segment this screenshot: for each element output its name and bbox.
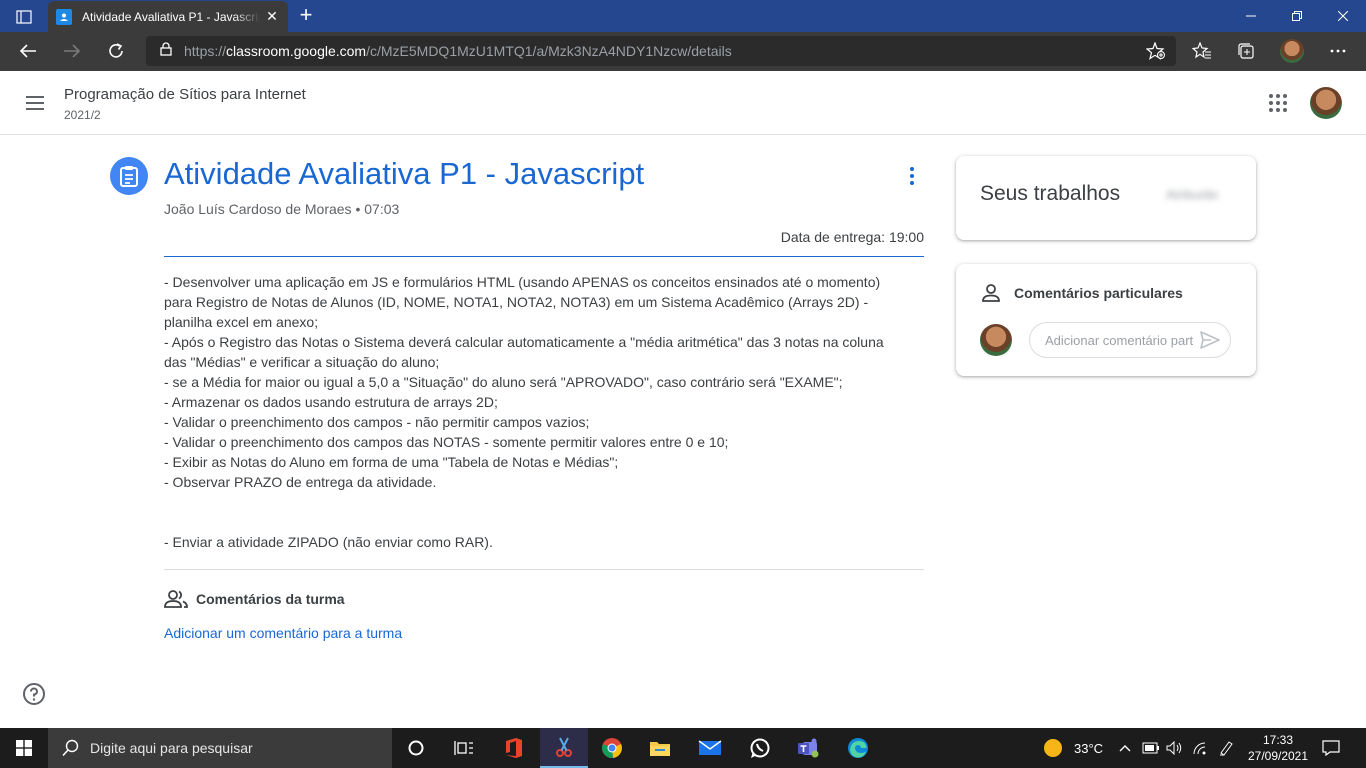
edge-icon[interactable]	[834, 728, 882, 768]
back-icon[interactable]	[12, 36, 44, 66]
snipping-tool-icon[interactable]	[540, 728, 588, 768]
private-comments-card: Comentários particulares Adicionar comen…	[956, 264, 1256, 376]
pen-workspace-icon[interactable]	[1218, 728, 1234, 768]
description-line: planilha excel em anexo;	[164, 314, 319, 330]
class-comments-label: Comentários da turma	[196, 591, 345, 607]
person-icon	[982, 284, 1000, 302]
description-line: - Validar o preenchimento dos campos - n…	[164, 414, 590, 430]
taskbar-search-placeholder: Digite aqui para pesquisar	[90, 740, 253, 756]
private-comments-header: Comentários particulares	[980, 282, 1183, 304]
new-tab-icon[interactable]: +	[294, 4, 318, 28]
title-divider	[164, 256, 924, 257]
work-status: Atribuído	[1166, 187, 1219, 202]
show-hidden-icons[interactable]	[1118, 728, 1132, 768]
description-line: - Validar o preenchimento dos campos das…	[164, 434, 729, 450]
description-line: - Desenvolver uma aplicação em JS e form…	[164, 274, 881, 290]
task-view-icon[interactable]	[440, 728, 488, 768]
description-line: - Armazenar os dados usando estrutura de…	[164, 394, 498, 410]
help-icon[interactable]	[22, 682, 46, 706]
description-line: - se a Média for maior ou igual a 5,0 a …	[164, 374, 843, 390]
restore-icon[interactable]	[1274, 0, 1320, 32]
description-line: - Observar PRAZO de entrega da atividade…	[164, 474, 437, 490]
description-line: - Exibir as Notas do Aluno em forma de u…	[164, 454, 619, 470]
private-comment-input[interactable]: Adicionar comentário particular...	[1029, 322, 1231, 358]
weather-temp: 33°C	[1074, 740, 1104, 756]
clock-time: 17:33	[1262, 733, 1294, 747]
browser-tab-bar: Atividade Avaliativa P1 - Javascript ✕ +	[0, 0, 1366, 32]
classroom-header: Programação de Sítios para Internet 2021…	[0, 71, 1366, 135]
people-icon	[164, 590, 188, 608]
favorites-icon[interactable]	[1186, 36, 1218, 66]
browser-tab-active[interactable]: Atividade Avaliativa P1 - Javascript ✕	[48, 1, 288, 32]
cortana-icon[interactable]	[392, 728, 440, 768]
browser-toolbar: https://classroom.google.com/c/MzE5MDQ1M…	[0, 32, 1366, 71]
commenter-avatar	[980, 324, 1012, 356]
comments-divider	[164, 569, 924, 570]
private-comment-placeholder: Adicionar comentário particular...	[1045, 332, 1193, 348]
description-line: das "Médias" e verificar a situação do a…	[164, 354, 440, 370]
notifications-icon[interactable]	[1322, 728, 1340, 768]
address-bar[interactable]: https://classroom.google.com/c/MzE5MDQ1M…	[146, 36, 1176, 66]
clock-date: 27/09/2021	[1247, 749, 1309, 763]
class-comments-header: Comentários da turma	[164, 588, 345, 610]
refresh-icon[interactable]	[100, 36, 132, 66]
tab-title: Atividade Avaliativa P1 - Javascript	[82, 9, 260, 24]
battery-icon[interactable]	[1142, 728, 1160, 768]
office-icon[interactable]	[490, 728, 538, 768]
main-menu-icon[interactable]	[22, 91, 50, 115]
assignment-meta: João Luís Cardoso de Moraes • 07:03	[164, 201, 400, 217]
user-avatar[interactable]	[1310, 87, 1342, 119]
sun-icon	[1044, 739, 1062, 757]
forward-icon[interactable]	[56, 36, 88, 66]
assignment-time: 07:03	[364, 201, 400, 217]
send-icon[interactable]	[1200, 331, 1220, 349]
collections-icon[interactable]	[1230, 36, 1262, 66]
description-line: - Após o Registro das Notas o Sistema de…	[164, 334, 884, 350]
google-apps-icon[interactable]	[1266, 91, 1290, 115]
mail-icon[interactable]	[686, 728, 734, 768]
your-work-card: Seus trabalhos Atribuído	[956, 156, 1256, 240]
minimize-icon[interactable]	[1228, 0, 1274, 32]
weather-widget[interactable]: 33°C	[1042, 728, 1103, 768]
browser-profile-avatar[interactable]	[1280, 39, 1304, 63]
url-text: https://classroom.google.com/c/MzE5MDQ1M…	[184, 43, 732, 59]
file-explorer-icon[interactable]	[636, 728, 684, 768]
teams-icon[interactable]	[784, 728, 832, 768]
class-subtitle: 2021/2	[64, 108, 101, 122]
volume-icon[interactable]	[1166, 728, 1184, 768]
private-comments-title: Comentários particulares	[1014, 285, 1183, 301]
whatsapp-icon[interactable]	[736, 728, 784, 768]
network-icon[interactable]	[1192, 728, 1208, 768]
description-line: para Registro de Notas de Alunos (ID, NO…	[164, 294, 869, 310]
assignment-description: - Desenvolver uma aplicação em JS e form…	[164, 272, 924, 552]
search-icon	[62, 739, 79, 757]
taskbar-search[interactable]: Digite aqui para pesquisar	[48, 728, 392, 768]
assignment-title: Atividade Avaliativa P1 - Javascript	[164, 156, 645, 191]
classroom-favicon-icon	[56, 8, 72, 25]
tab-actions-icon[interactable]	[8, 6, 40, 28]
your-work-title: Seus trabalhos	[980, 182, 1121, 205]
add-favorite-icon[interactable]	[1140, 36, 1172, 66]
lock-icon	[160, 41, 172, 61]
class-title[interactable]: Programação de Sítios para Internet	[64, 86, 306, 103]
taskbar-clock[interactable]: 17:33 27/09/2021	[1244, 732, 1312, 764]
description-line: - Enviar a atividade ZIPADO (não enviar …	[164, 534, 493, 550]
add-class-comment-link[interactable]: Adicionar um comentário para a turma	[164, 625, 402, 641]
chrome-icon[interactable]	[588, 728, 636, 768]
tab-close-icon[interactable]: ✕	[264, 8, 280, 25]
due-date: Data de entrega: 19:00	[780, 229, 924, 245]
assignment-author: João Luís Cardoso de Moraes	[164, 201, 352, 217]
windows-start-icon[interactable]	[0, 728, 48, 768]
assignment-more-icon[interactable]	[900, 164, 924, 188]
windows-taskbar: Digite aqui para pesquisar 33°C 17:33 27…	[0, 728, 1366, 768]
close-window-icon[interactable]	[1320, 0, 1366, 32]
more-options-icon[interactable]	[1322, 36, 1354, 66]
assignment-icon	[110, 157, 148, 195]
